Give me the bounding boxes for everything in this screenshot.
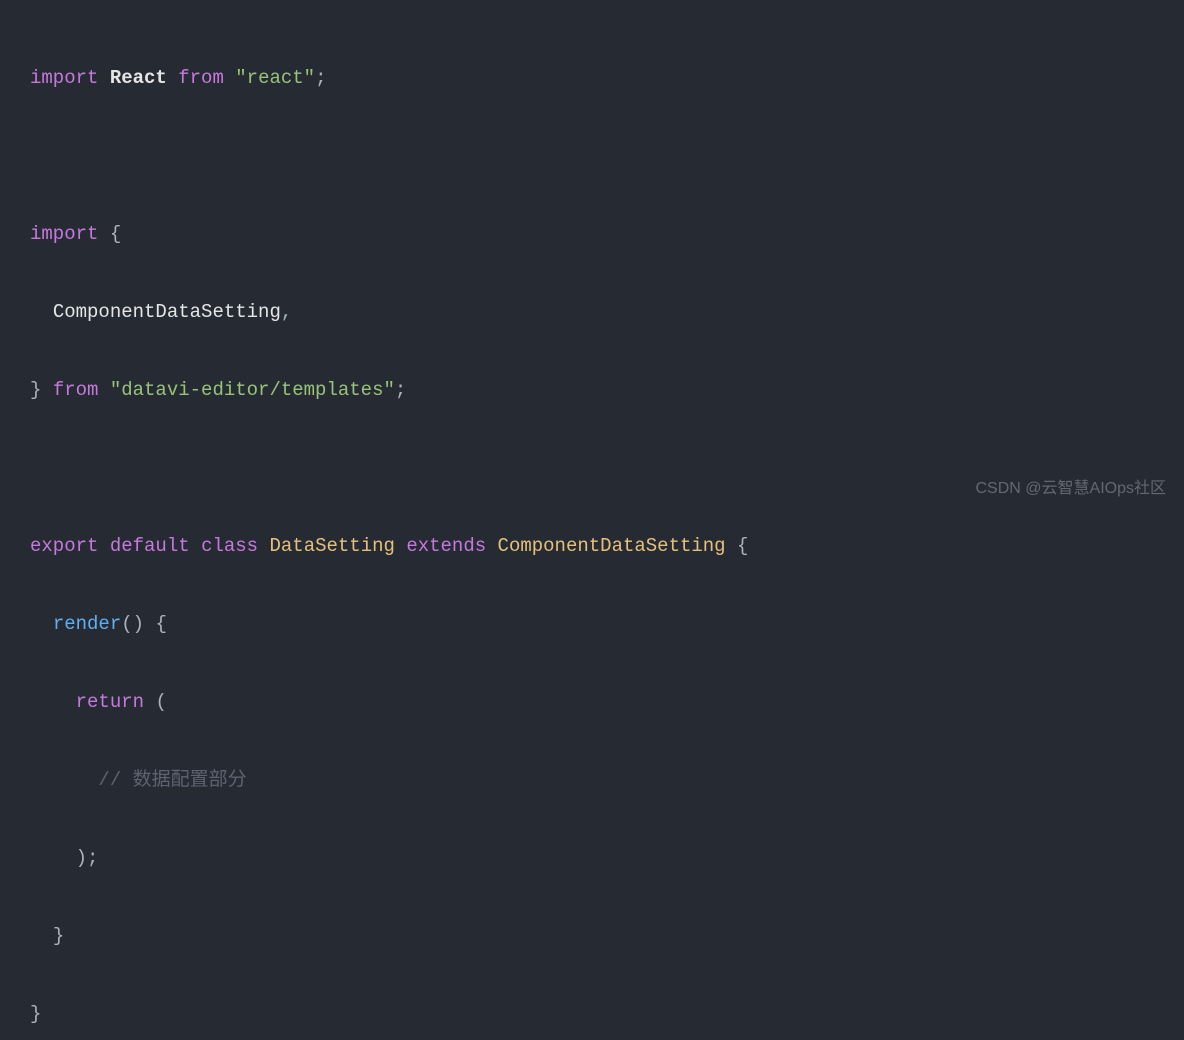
brace-close: } — [30, 1003, 41, 1025]
code-line-4: ComponentDataSetting, — [30, 293, 1154, 332]
keyword-from: from — [178, 67, 224, 89]
code-line-5: } from "datavi-editor/templates"; — [30, 371, 1154, 410]
keyword-from: from — [53, 379, 99, 401]
watermark: CSDN @云智慧AIOps社区 — [976, 469, 1167, 508]
close-paren-semi: ); — [76, 847, 99, 869]
identifier-react: React — [110, 67, 167, 89]
code-line-13: } — [30, 995, 1154, 1034]
brace-open: { — [737, 535, 748, 557]
brace-open: { — [110, 223, 121, 245]
keyword-import: import — [30, 67, 98, 89]
code-line-blank — [30, 137, 1154, 176]
keyword-extends: extends — [406, 535, 486, 557]
code-line-7: export default class DataSetting extends… — [30, 527, 1154, 566]
code-line-11: ); — [30, 839, 1154, 878]
parens: () — [121, 613, 144, 635]
identifier-component: ComponentDataSetting — [53, 301, 281, 323]
code-line-1: import React from "react"; — [30, 59, 1154, 98]
brace-close: } — [30, 379, 41, 401]
keyword-return: return — [76, 691, 144, 713]
brace-open: { — [155, 613, 166, 635]
string-module: "datavi-editor/templates" — [110, 379, 395, 401]
comment: // 数据配置部分 — [98, 769, 246, 791]
comma: , — [281, 301, 292, 323]
class-name-datasetting: DataSetting — [269, 535, 394, 557]
keyword-class: class — [201, 535, 258, 557]
keyword-import: import — [30, 223, 98, 245]
code-line-12: } — [30, 917, 1154, 956]
semicolon: ; — [395, 379, 406, 401]
brace-close: } — [53, 925, 64, 947]
code-line-10: // 数据配置部分 — [30, 761, 1154, 800]
semicolon: ; — [315, 67, 326, 89]
code-line-8: render() { — [30, 605, 1154, 644]
class-name-parent: ComponentDataSetting — [498, 535, 726, 557]
string-module: "react" — [235, 67, 315, 89]
code-line-3: import { — [30, 215, 1154, 254]
code-line-9: return ( — [30, 683, 1154, 722]
keyword-export: export — [30, 535, 98, 557]
paren-open: ( — [155, 691, 166, 713]
code-block: import React from "react"; import { Comp… — [30, 20, 1154, 1040]
keyword-default: default — [110, 535, 190, 557]
method-render: render — [53, 613, 121, 635]
